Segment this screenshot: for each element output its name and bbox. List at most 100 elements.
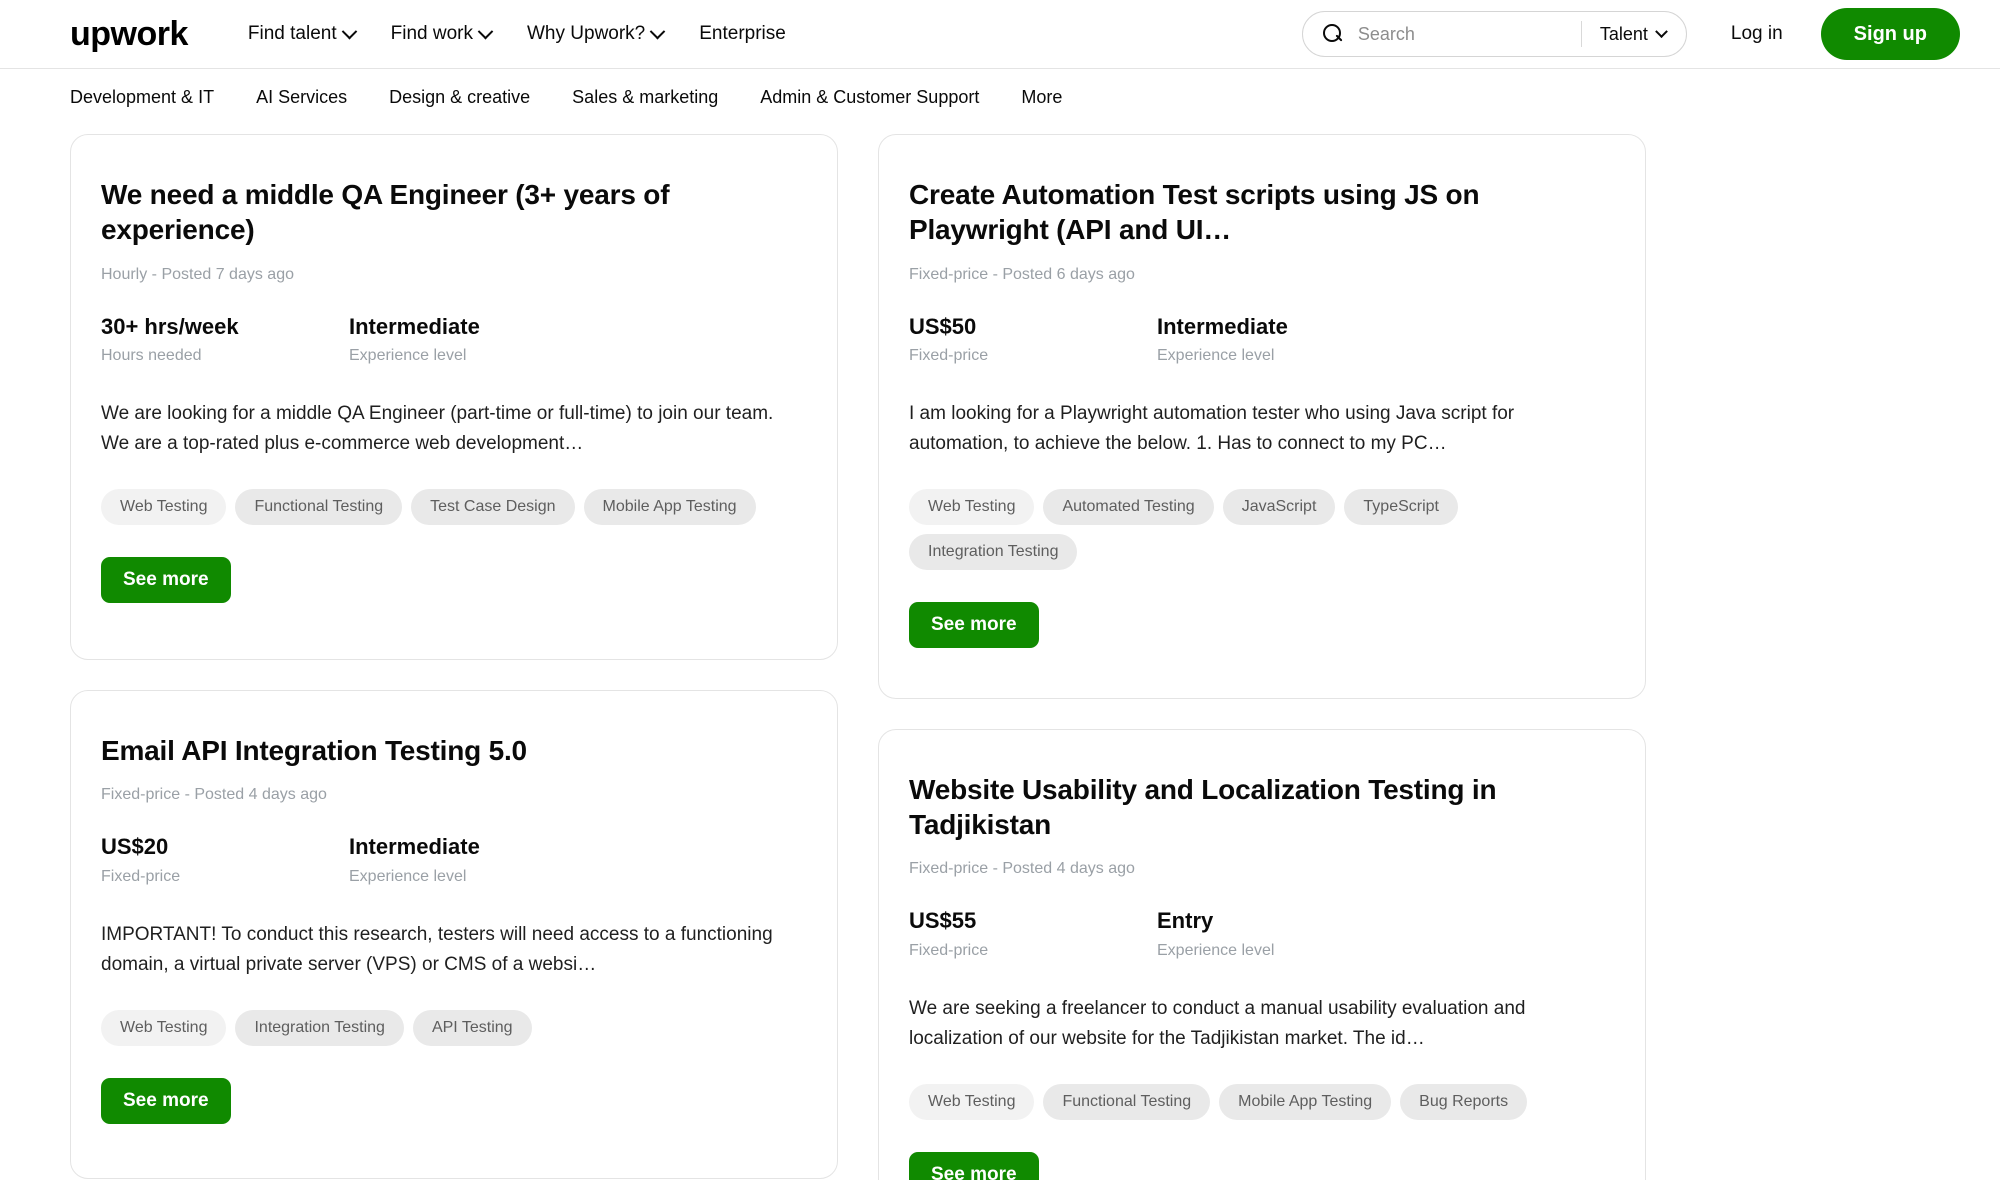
nav-label: Find talent (248, 23, 337, 45)
chevron-down-icon (341, 23, 357, 39)
job-skill-tags: Web Testing Functional Testing Test Case… (101, 489, 807, 525)
job-title[interactable]: Create Automation Test scripts using JS … (909, 177, 1589, 248)
category-design-creative[interactable]: Design & creative (389, 87, 530, 108)
fact-label: Experience level (349, 868, 597, 886)
signup-button[interactable]: Sign up (1821, 8, 1960, 60)
nav-label: Enterprise (699, 23, 786, 45)
job-meta: Fixed-price - Posted 4 days ago (101, 786, 807, 804)
fact-label: Fixed-price (909, 942, 1157, 960)
job-skill-tags: Web Testing Automated Testing JavaScript… (909, 489, 1615, 570)
skill-tag[interactable]: JavaScript (1223, 489, 1336, 525)
chevron-down-icon (650, 23, 666, 39)
skill-tag[interactable]: Web Testing (101, 489, 226, 525)
fact-value: Intermediate (349, 314, 597, 340)
skill-tag[interactable]: Test Case Design (411, 489, 574, 525)
nav-item-find-work[interactable]: Find work (391, 23, 491, 45)
fact-value: US$55 (909, 908, 1157, 934)
nav-label: Why Upwork? (527, 23, 645, 45)
job-fact-experience: Intermediate Experience level (349, 314, 597, 365)
chevron-down-icon (1655, 25, 1668, 38)
job-card[interactable]: Website Usability and Localization Testi… (878, 729, 1646, 1180)
category-development-it[interactable]: Development & IT (70, 87, 214, 108)
job-fact-price: US$20 Fixed-price (101, 834, 349, 885)
chevron-down-icon (478, 23, 494, 39)
category-sales-marketing[interactable]: Sales & marketing (572, 87, 718, 108)
job-facts: US$20 Fixed-price Intermediate Experienc… (101, 834, 807, 885)
skill-tag[interactable]: Web Testing (909, 489, 1034, 525)
job-listings-grid: We need a middle QA Engineer (3+ years o… (0, 134, 2000, 1180)
fact-label: Hours needed (101, 347, 349, 365)
job-column-left: We need a middle QA Engineer (3+ years o… (70, 134, 838, 1180)
search-scope-dropdown[interactable]: Talent (1600, 24, 1680, 45)
fact-label: Fixed-price (909, 347, 1157, 365)
see-more-button[interactable]: See more (101, 557, 231, 603)
skill-tag[interactable]: Functional Testing (235, 489, 402, 525)
job-column-right: Create Automation Test scripts using JS … (878, 134, 1646, 1180)
fact-label: Experience level (349, 347, 597, 365)
skill-tag[interactable]: Web Testing (909, 1084, 1034, 1120)
job-skill-tags: Web Testing Integration Testing API Test… (101, 1010, 807, 1046)
job-fact-experience: Intermediate Experience level (1157, 314, 1405, 365)
fact-value: US$50 (909, 314, 1157, 340)
primary-navigation: Find talent Find work Why Upwork? Enterp… (248, 23, 786, 45)
job-description: IMPORTANT! To conduct this research, tes… (101, 920, 801, 980)
category-admin-support[interactable]: Admin & Customer Support (760, 87, 979, 108)
job-fact-price: US$50 Fixed-price (909, 314, 1157, 365)
fact-value: 30+ hrs/week (101, 314, 349, 340)
job-skill-tags: Web Testing Functional Testing Mobile Ap… (909, 1084, 1615, 1120)
skill-tag[interactable]: Functional Testing (1043, 1084, 1210, 1120)
job-meta: Fixed-price - Posted 6 days ago (909, 266, 1615, 284)
job-card[interactable]: We need a middle QA Engineer (3+ years o… (70, 134, 838, 660)
header-actions: Talent Log in Sign up (1302, 8, 1960, 60)
see-more-button[interactable]: See more (101, 1078, 231, 1124)
nav-item-find-talent[interactable]: Find talent (248, 23, 355, 45)
search-scope-label: Talent (1600, 24, 1648, 45)
job-description: I am looking for a Playwright automation… (909, 399, 1609, 459)
job-meta: Fixed-price - Posted 4 days ago (909, 860, 1615, 878)
skill-tag[interactable]: Mobile App Testing (1219, 1084, 1391, 1120)
skill-tag[interactable]: Mobile App Testing (584, 489, 756, 525)
job-description: We are looking for a middle QA Engineer … (101, 399, 801, 459)
job-facts: US$55 Fixed-price Entry Experience level (909, 908, 1615, 959)
nav-label: Find work (391, 23, 473, 45)
fact-value: Intermediate (1157, 314, 1405, 340)
fact-value: Entry (1157, 908, 1405, 934)
search-bar[interactable]: Talent (1302, 11, 1687, 57)
category-navigation: Development & IT AI Services Design & cr… (0, 68, 2000, 126)
skill-tag[interactable]: API Testing (413, 1010, 532, 1046)
search-icon (1323, 24, 1343, 44)
upwork-logo[interactable]: upwork (70, 17, 188, 51)
job-fact-hours: 30+ hrs/week Hours needed (101, 314, 349, 365)
search-input[interactable] (1356, 23, 1575, 46)
job-title[interactable]: We need a middle QA Engineer (3+ years o… (101, 177, 791, 248)
skill-tag[interactable]: Automated Testing (1043, 489, 1213, 525)
see-more-button[interactable]: See more (909, 602, 1039, 648)
nav-item-why-upwork[interactable]: Why Upwork? (527, 23, 663, 45)
skill-tag[interactable]: Web Testing (101, 1010, 226, 1046)
job-title[interactable]: Email API Integration Testing 5.0 (101, 733, 791, 768)
job-description: We are seeking a freelancer to conduct a… (909, 994, 1609, 1054)
job-facts: US$50 Fixed-price Intermediate Experienc… (909, 314, 1615, 365)
category-ai-services[interactable]: AI Services (256, 87, 347, 108)
login-link[interactable]: Log in (1731, 23, 1783, 45)
fact-label: Experience level (1157, 347, 1405, 365)
nav-item-enterprise[interactable]: Enterprise (699, 23, 786, 45)
job-fact-experience: Entry Experience level (1157, 908, 1405, 959)
job-meta: Hourly - Posted 7 days ago (101, 266, 807, 284)
skill-tag[interactable]: Bug Reports (1400, 1084, 1527, 1120)
job-card[interactable]: Create Automation Test scripts using JS … (878, 134, 1646, 699)
job-fact-experience: Intermediate Experience level (349, 834, 597, 885)
job-title[interactable]: Website Usability and Localization Testi… (909, 772, 1599, 843)
fact-value: US$20 (101, 834, 349, 860)
fact-label: Fixed-price (101, 868, 349, 886)
search-divider (1581, 21, 1582, 47)
category-more[interactable]: More (1021, 87, 1062, 108)
see-more-button[interactable]: See more (909, 1152, 1039, 1180)
job-fact-price: US$55 Fixed-price (909, 908, 1157, 959)
skill-tag[interactable]: TypeScript (1344, 489, 1458, 525)
skill-tag[interactable]: Integration Testing (235, 1010, 403, 1046)
fact-value: Intermediate (349, 834, 597, 860)
skill-tag[interactable]: Integration Testing (909, 534, 1077, 570)
top-header: upwork Find talent Find work Why Upwork?… (0, 0, 2000, 68)
job-card[interactable]: Email API Integration Testing 5.0 Fixed-… (70, 690, 838, 1179)
